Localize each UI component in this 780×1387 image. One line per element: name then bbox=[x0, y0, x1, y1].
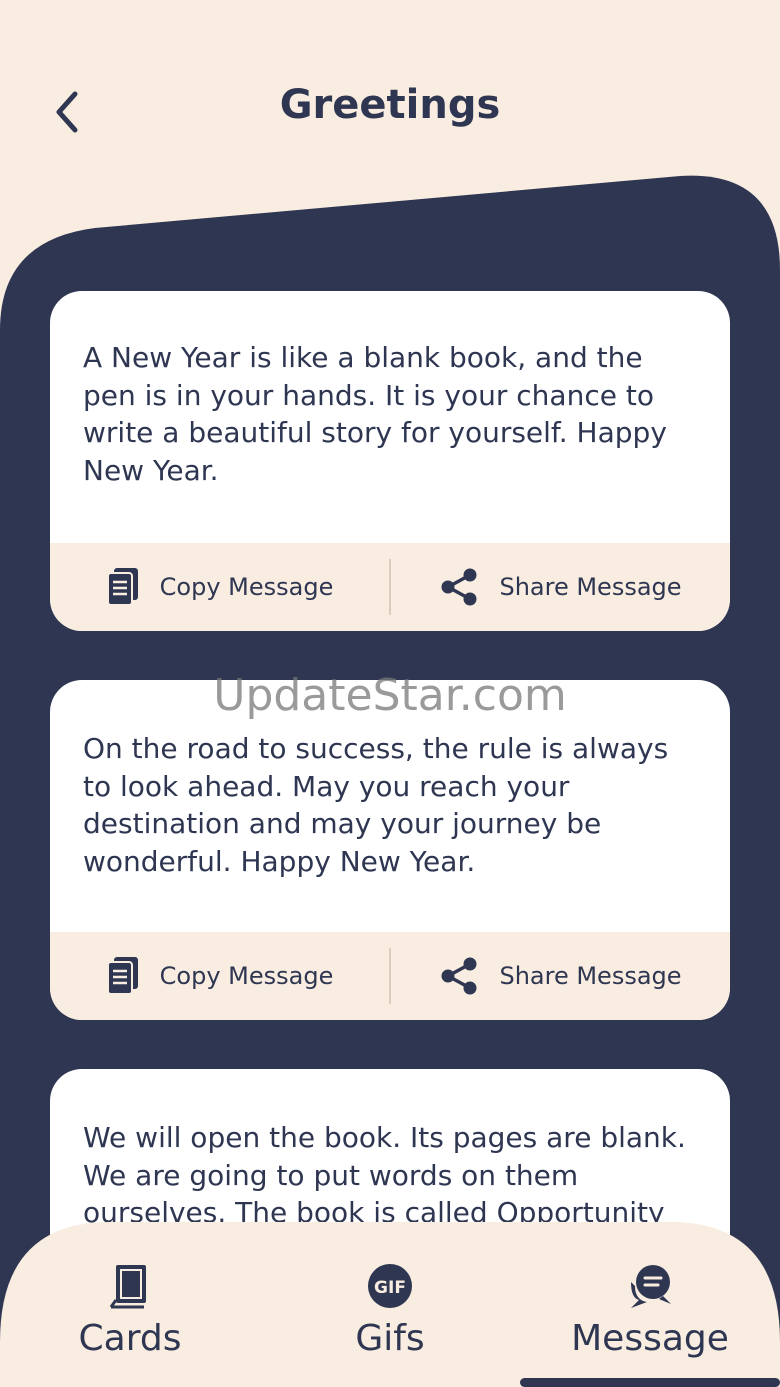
copy-message-button[interactable]: Copy Message bbox=[50, 543, 389, 631]
message-text: A New Year is like a blank book, and the… bbox=[83, 341, 667, 487]
chat-bubble-icon bbox=[631, 1265, 671, 1308]
share-message-button[interactable]: Share Message bbox=[391, 543, 730, 631]
card-actions: Copy Message Share Message bbox=[50, 932, 730, 1020]
message-text: On the road to success, the rule is alwa… bbox=[83, 732, 669, 878]
share-message-button[interactable]: Share Message bbox=[391, 932, 730, 1020]
card-actions: Copy Message Share Message bbox=[50, 543, 730, 631]
header: Greetings bbox=[0, 0, 780, 200]
nav-label-message: Message bbox=[571, 1318, 729, 1359]
svg-text:GIF: GIF bbox=[374, 1278, 406, 1298]
share-message-label: Share Message bbox=[499, 962, 682, 990]
copy-message-button[interactable]: Copy Message bbox=[50, 932, 389, 1020]
nav-label-gifs: Gifs bbox=[355, 1318, 425, 1359]
page-title: Greetings bbox=[279, 82, 501, 128]
nav-item-cards[interactable]: Cards bbox=[0, 1262, 260, 1382]
share-icon bbox=[441, 568, 477, 606]
share-message-label: Share Message bbox=[499, 573, 682, 601]
message-card: On the road to success, the rule is alwa… bbox=[50, 680, 730, 1020]
copy-message-label: Copy Message bbox=[159, 573, 334, 601]
message-card: A New Year is like a blank book, and the… bbox=[50, 291, 730, 631]
share-icon bbox=[441, 957, 477, 995]
copy-icon bbox=[106, 957, 138, 995]
active-tab-indicator bbox=[520, 1378, 780, 1387]
nav-label-cards: Cards bbox=[78, 1318, 182, 1359]
card-icon bbox=[109, 1265, 146, 1309]
copy-icon bbox=[106, 568, 138, 606]
message-text: We will open the book. Its pages are bla… bbox=[83, 1121, 686, 1229]
copy-message-label: Copy Message bbox=[159, 962, 334, 990]
nav-item-message[interactable]: Message bbox=[520, 1262, 780, 1382]
gif-icon: GIF bbox=[368, 1264, 412, 1308]
nav-item-gifs[interactable]: GIF Gifs bbox=[260, 1262, 520, 1382]
